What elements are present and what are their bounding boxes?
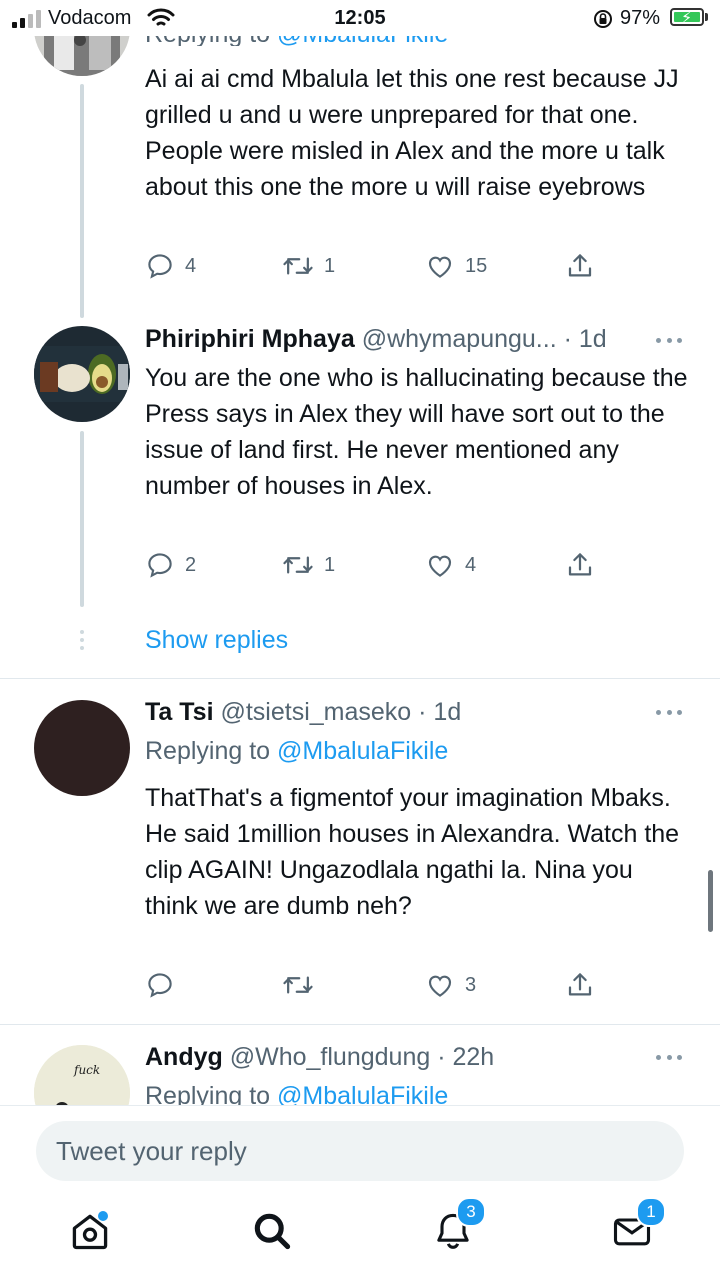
tweet-feed[interactable]: Replying to @MbalulaFikile Ai ai ai cmd … <box>0 0 720 1105</box>
handle-and-time: @tsietsi_maseko · 1d <box>220 698 462 726</box>
like-button[interactable]: 15 <box>425 251 487 281</box>
avatar[interactable]: fuck <box>34 1045 130 1105</box>
show-replies-link[interactable]: Show replies <box>145 626 288 655</box>
thread-continuation-dots <box>80 630 84 654</box>
display-name[interactable]: Phiriphiri Mphaya <box>145 325 355 353</box>
notifications-badge: 3 <box>456 1197 486 1227</box>
replying-to: Replying to @MbalulaFikile <box>145 737 449 765</box>
handle-and-time: @whymapungu... · 1d <box>361 325 607 353</box>
display-name[interactable]: Andyg <box>145 1043 223 1071</box>
more-options-icon[interactable] <box>656 708 682 716</box>
tweet-reply-input[interactable]: Tweet your reply <box>36 1121 684 1181</box>
replying-handle-link[interactable]: @MbalulaFikile <box>277 1082 448 1105</box>
more-options-icon[interactable] <box>656 336 682 344</box>
replying-handle-link[interactable]: @MbalulaFikile <box>277 737 448 765</box>
divider <box>0 678 720 679</box>
tweet-text: ThatThat's a figmentof your imagination … <box>145 784 680 920</box>
retweet-count: 1 <box>324 254 336 277</box>
like-button[interactable]: 4 <box>425 550 476 580</box>
tweet-actions: 2 1 4 <box>145 550 605 582</box>
thread-line <box>80 431 84 607</box>
tweet-actions: 3 <box>145 970 605 1002</box>
tweet-text: Ai ai ai cmd Mbalula let this one rest b… <box>145 65 679 201</box>
tab-bar: 3 1 <box>0 1195 720 1280</box>
reply-button[interactable] <box>145 970 175 1000</box>
like-button[interactable]: 3 <box>425 970 476 1000</box>
tweet-header: Ta Tsi @tsietsi_maseko · 1d <box>145 698 461 727</box>
divider <box>0 1024 720 1025</box>
retweet-button[interactable] <box>282 970 314 1000</box>
retweet-button[interactable]: 1 <box>282 251 335 281</box>
replying-to: Replying to @MbalulaFikile <box>145 1082 448 1105</box>
tweet-header: Phiriphiri Mphaya @whymapungu... · 1d <box>145 325 607 354</box>
reply-icon <box>148 254 172 279</box>
tab-search[interactable] <box>250 1209 294 1253</box>
heart-icon <box>428 975 452 997</box>
avatar-caption: fuck <box>74 1063 101 1077</box>
reply-icon <box>148 553 172 578</box>
reply-count: 2 <box>185 553 197 576</box>
heart-icon <box>428 256 452 278</box>
share-button[interactable] <box>565 251 595 281</box>
battery-icon: ⚡ <box>670 8 704 27</box>
reply-icon <box>148 973 172 998</box>
retweet-icon <box>283 257 313 275</box>
reply-bar: Tweet your reply <box>0 1105 720 1196</box>
scroll-indicator[interactable] <box>708 870 713 932</box>
messages-badge: 1 <box>636 1197 666 1227</box>
search-icon <box>254 1213 291 1250</box>
like-count: 15 <box>465 254 488 277</box>
heart-icon <box>428 555 452 577</box>
share-icon <box>568 254 592 277</box>
orientation-lock-icon <box>594 10 612 28</box>
tweet-actions: 4 1 15 <box>145 251 605 283</box>
reply-button[interactable]: 2 <box>145 550 196 580</box>
avatar[interactable] <box>34 326 130 422</box>
tab-notifications[interactable]: 3 <box>431 1197 486 1253</box>
battery-tip <box>705 13 708 21</box>
avatar[interactable] <box>34 700 130 796</box>
retweet-icon <box>283 976 313 994</box>
share-icon <box>568 973 592 996</box>
retweet-count: 1 <box>324 553 336 576</box>
tab-messages[interactable]: 1 <box>610 1197 666 1253</box>
like-count: 3 <box>465 973 477 996</box>
handle-and-time: @Who_flungdung · 22h <box>229 1043 495 1071</box>
tab-home[interactable] <box>68 1209 112 1253</box>
share-icon <box>568 553 592 576</box>
more-options-icon[interactable] <box>656 1053 682 1061</box>
new-tweets-dot <box>98 1211 108 1221</box>
retweet-icon <box>283 556 313 574</box>
retweet-button[interactable]: 1 <box>282 550 335 580</box>
status-bar: Vodacom 12:05 97% ⚡ <box>0 0 720 36</box>
share-button[interactable] <box>565 970 595 1000</box>
share-button[interactable] <box>565 550 595 580</box>
thread-line <box>80 84 84 318</box>
display-name[interactable]: Ta Tsi <box>145 698 214 726</box>
reply-button[interactable]: 4 <box>145 251 196 281</box>
tweet-text: You are the one who is hallucinating bec… <box>145 364 688 500</box>
battery-percent: 97% <box>620 7 661 29</box>
avatar-photo-icon <box>34 326 130 422</box>
like-count: 4 <box>465 553 477 576</box>
reply-count: 4 <box>185 254 197 277</box>
tweet-header: Andyg @Who_flungdung · 22h <box>145 1043 494 1072</box>
